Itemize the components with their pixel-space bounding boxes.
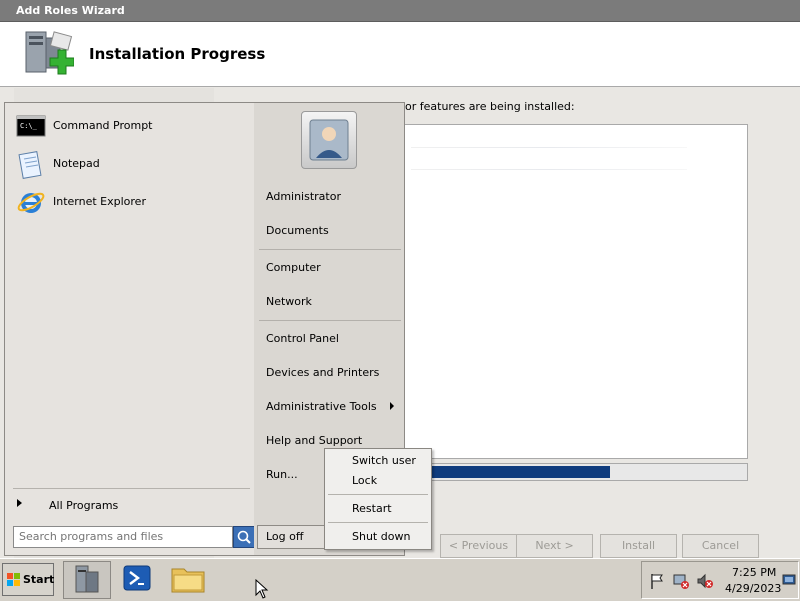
windows-logo-icon <box>7 573 20 586</box>
installation-progress-list <box>404 124 748 459</box>
wizard-banner: Installation Progress <box>0 22 800 87</box>
progress-list-row <box>411 169 687 170</box>
taskbar-server-manager[interactable] <box>63 561 111 599</box>
menu-item-administrator[interactable]: Administrator <box>266 190 341 203</box>
taskbar-powershell[interactable] <box>114 561 160 597</box>
taskbar-windows-explorer[interactable] <box>165 561 211 597</box>
mouse-pointer-icon <box>255 579 269 599</box>
wizard-title-bar[interactable]: Add Roles Wizard <box>0 0 800 22</box>
folder-icon <box>171 568 205 593</box>
menu-divider <box>259 249 401 250</box>
pinned-internet-explorer[interactable]: Internet Explorer <box>11 185 251 219</box>
menu-item-network[interactable]: Network <box>266 295 312 308</box>
action-center-flag-icon[interactable] <box>648 572 666 590</box>
pinned-label: Command Prompt <box>53 119 153 132</box>
menu-item-devices-printers[interactable]: Devices and Printers <box>266 366 379 379</box>
chevron-right-icon <box>390 402 394 410</box>
install-button[interactable]: Install <box>600 534 677 558</box>
progress-bar-fill <box>405 466 611 478</box>
all-programs-label: All Programs <box>49 499 119 512</box>
start-menu-programs-pane: C:\_ Command Prompt Notepad Internet Exp… <box>4 102 256 556</box>
wizard-page-title: Installation Progress <box>89 45 266 63</box>
previous-button[interactable]: < Previous <box>440 534 517 558</box>
show-desktop-icon[interactable] <box>782 574 796 586</box>
clock-time[interactable]: 7:25 PM <box>732 566 776 579</box>
start-label: Start <box>23 573 55 586</box>
command-prompt-icon: C:\_ <box>16 115 46 137</box>
taskbar: Start 7:25 PM 4/29/2023 <box>0 558 800 601</box>
user-avatar[interactable] <box>301 111 357 169</box>
wizard-instruction-text: or features are being installed: <box>405 100 575 113</box>
notification-area: 7:25 PM 4/29/2023 <box>641 561 799 599</box>
log-off-label: Log off <box>266 530 304 543</box>
clock-date[interactable]: 4/29/2023 <box>725 582 781 595</box>
menu-item-run[interactable]: Run... <box>266 468 298 481</box>
volume-muted-icon[interactable] <box>696 572 714 590</box>
menu-item-control-panel[interactable]: Control Panel <box>266 332 339 345</box>
search-input[interactable] <box>14 527 227 545</box>
network-disconnected-icon[interactable] <box>672 572 690 590</box>
svg-text:C:\_: C:\_ <box>20 122 38 130</box>
menu-item-documents[interactable]: Documents <box>266 224 329 237</box>
chevron-right-icon <box>17 499 22 507</box>
search-button[interactable] <box>233 526 255 548</box>
pinned-command-prompt[interactable]: C:\_ Command Prompt <box>11 109 251 143</box>
menu-divider <box>328 494 428 495</box>
internet-explorer-icon <box>17 192 45 213</box>
menu-item-administrative-tools[interactable]: Administrative Tools <box>266 400 377 413</box>
pinned-label: Internet Explorer <box>53 195 146 208</box>
shutdown-options-menu: Switch user Lock Restart Shut down <box>324 448 432 550</box>
next-button[interactable]: Next > <box>516 534 593 558</box>
search-box[interactable] <box>13 526 233 548</box>
server-manager-icon <box>75 565 99 593</box>
installation-progress-bar <box>404 463 748 481</box>
menu-divider <box>328 522 428 523</box>
all-programs-item[interactable]: All Programs <box>11 493 251 517</box>
cancel-button[interactable]: Cancel <box>682 534 759 558</box>
server-add-role-icon <box>25 31 74 75</box>
start-button[interactable]: Start <box>2 563 54 596</box>
menu-divider <box>259 320 401 321</box>
menu-item-computer[interactable]: Computer <box>266 261 321 274</box>
menu-item-switch-user[interactable]: Switch user <box>352 454 416 467</box>
search-icon <box>237 530 251 544</box>
progress-list-row <box>411 147 687 148</box>
powershell-icon <box>123 565 151 591</box>
notepad-icon <box>18 151 42 179</box>
menu-item-shut-down[interactable]: Shut down <box>352 530 410 543</box>
menu-item-help-support[interactable]: Help and Support <box>266 434 362 447</box>
pinned-label: Notepad <box>53 157 100 170</box>
menu-item-restart[interactable]: Restart <box>352 502 392 515</box>
log-off-button[interactable]: Log off <box>257 525 325 549</box>
pinned-notepad[interactable]: Notepad <box>11 147 251 181</box>
wizard-title: Add Roles Wizard <box>16 4 125 17</box>
menu-divider <box>13 488 250 489</box>
menu-item-lock[interactable]: Lock <box>352 474 377 487</box>
user-icon <box>309 119 349 161</box>
